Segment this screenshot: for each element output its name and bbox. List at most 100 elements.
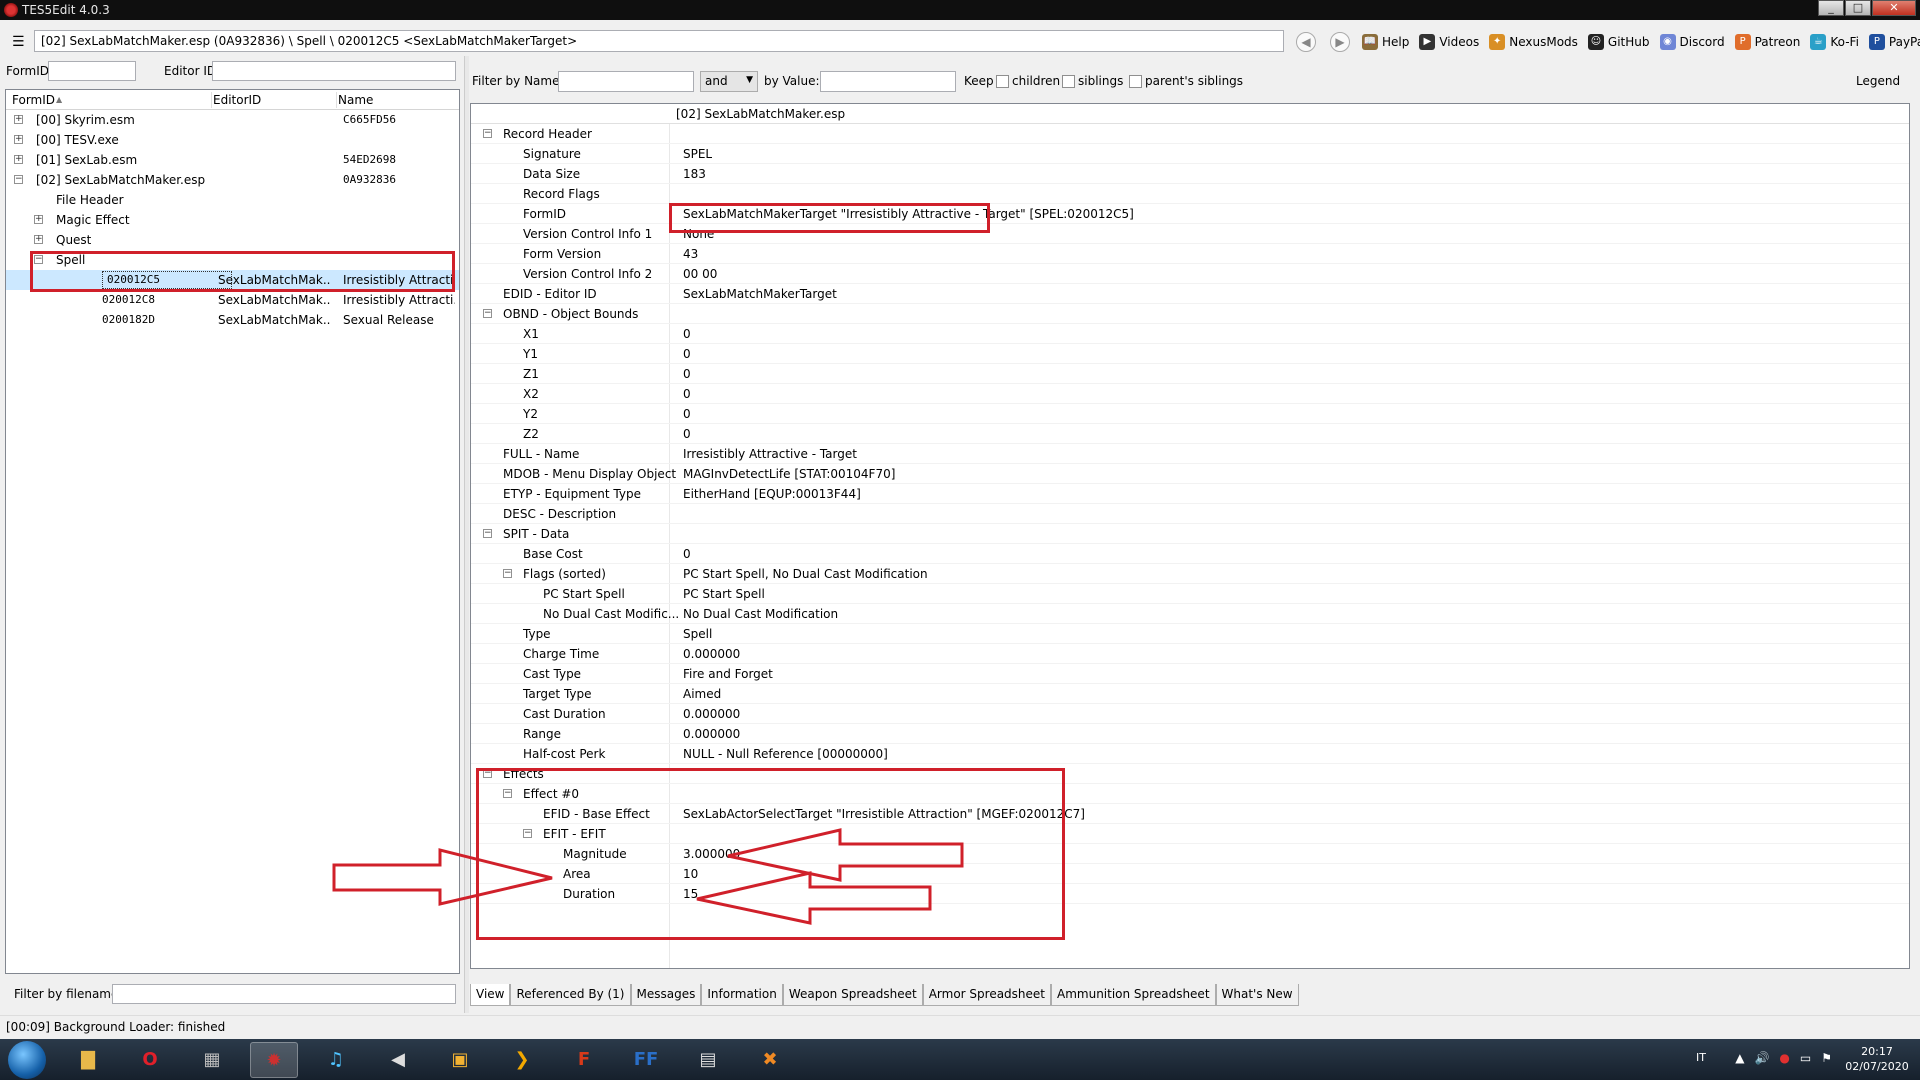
- record-field-row[interactable]: PC Start Spell PC Start Spell: [471, 584, 1909, 604]
- record-field-row[interactable]: DESC - Description: [471, 504, 1909, 524]
- column-name[interactable]: Name: [338, 93, 373, 107]
- expand-icon[interactable]: +: [14, 115, 23, 124]
- record-field-row[interactable]: FormID SexLabMatchMakerTarget "Irresistib…: [471, 204, 1909, 224]
- tree-row[interactable]: + [01] SexLab.esm 54ED2698: [6, 150, 459, 170]
- record-field-row[interactable]: − EFIT - EFIT: [471, 824, 1909, 844]
- record-field-row[interactable]: Form Version 43: [471, 244, 1909, 264]
- record-field-row[interactable]: Y1 0: [471, 344, 1909, 364]
- column-formid[interactable]: FormID: [12, 93, 55, 107]
- tab-ammunition-spreadsheet[interactable]: Ammunition Spreadsheet: [1051, 984, 1216, 1006]
- tree-row[interactable]: + Magic Effect: [6, 210, 459, 230]
- link-help[interactable]: 📖 Help: [1362, 34, 1409, 50]
- explorer-icon[interactable]: ▇: [64, 1042, 112, 1078]
- record-field-row[interactable]: Data Size 183: [471, 164, 1909, 184]
- record-field-row[interactable]: − Record Header: [471, 124, 1909, 144]
- link-paypal[interactable]: PPayPal: [1868, 34, 1920, 50]
- collapse-icon[interactable]: −: [523, 829, 532, 838]
- record-field-row[interactable]: Version Control Info 2 00 00: [471, 264, 1909, 284]
- expand-icon[interactable]: +: [14, 155, 23, 164]
- link-nexusmods[interactable]: ✦ NexusMods: [1489, 34, 1578, 50]
- record-field-row[interactable]: − SPIT - Data: [471, 524, 1909, 544]
- language-indicator[interactable]: IT: [1696, 1051, 1706, 1064]
- record-field-row[interactable]: Z1 0: [471, 364, 1909, 384]
- collapse-icon[interactable]: −: [483, 529, 492, 538]
- record-field-row[interactable]: Target Type Aimed: [471, 684, 1909, 704]
- record-field-row[interactable]: FULL - Name Irresistibly Attractive - Tar…: [471, 444, 1909, 464]
- filezilla-icon[interactable]: F: [560, 1042, 608, 1078]
- maximize-button[interactable]: □: [1845, 0, 1871, 16]
- keep-siblings-checkbox[interactable]: [1062, 75, 1075, 88]
- record-field-row[interactable]: EFID - Base Effect SexLabActorSelectTarge…: [471, 804, 1909, 824]
- record-field-row[interactable]: Record Flags: [471, 184, 1909, 204]
- record-field-row[interactable]: ETYP - Equipment Type EitherHand [EQUP:00…: [471, 484, 1909, 504]
- record-field-row[interactable]: Cast Duration 0.000000: [471, 704, 1909, 724]
- record-field-row[interactable]: Cast Type Fire and Forget: [471, 664, 1909, 684]
- volume-icon[interactable]: 🔊: [1754, 1051, 1769, 1065]
- expand-icon[interactable]: +: [34, 235, 43, 244]
- tree-row[interactable]: + [00] Skyrim.esm C665FD56: [6, 110, 459, 130]
- record-field-row[interactable]: − Effect #0: [471, 784, 1909, 804]
- collapse-icon[interactable]: −: [14, 175, 23, 184]
- record-field-row[interactable]: Base Cost 0: [471, 544, 1909, 564]
- record-field-row[interactable]: Type Spell: [471, 624, 1909, 644]
- editorid-filter-input[interactable]: [212, 61, 456, 81]
- tab-armor-spreadsheet[interactable]: Armor Spreadsheet: [922, 984, 1051, 1006]
- record-field-row[interactable]: MDOB - Menu Display Object MAGInvDetectLi…: [471, 464, 1909, 484]
- record-field-row[interactable]: Signature SPEL: [471, 144, 1909, 164]
- close-button[interactable]: ✕: [1872, 0, 1916, 16]
- legend-button[interactable]: Legend: [1856, 74, 1900, 88]
- record-field-row[interactable]: Y2 0: [471, 404, 1909, 424]
- file-column-header[interactable]: [02] SexLabMatchMaker.esp: [676, 107, 845, 121]
- record-field-row[interactable]: − Effects: [471, 764, 1909, 784]
- tool-icon[interactable]: ✖: [746, 1042, 794, 1078]
- record-field-row[interactable]: − OBND - Object Bounds: [471, 304, 1909, 324]
- tree-row[interactable]: + [00] TESV.exe: [6, 130, 459, 150]
- forward-button[interactable]: ▶: [1330, 32, 1350, 52]
- record-path-field[interactable]: [02] SexLabMatchMaker.esp (0A932836) \ S…: [34, 30, 1284, 52]
- audio-icon[interactable]: ◀: [374, 1042, 422, 1078]
- tab-view[interactable]: View: [470, 984, 511, 1006]
- opera-icon[interactable]: O: [126, 1042, 174, 1078]
- minimize-button[interactable]: _: [1818, 0, 1844, 16]
- pane-splitter[interactable]: [464, 56, 469, 1013]
- back-button[interactable]: ◀: [1296, 32, 1316, 52]
- arrow-app-icon[interactable]: ❯: [498, 1042, 546, 1078]
- tab-messages[interactable]: Messages: [630, 984, 702, 1006]
- record-field-row[interactable]: Area 10: [471, 864, 1909, 884]
- record-field-row[interactable]: X1 0: [471, 324, 1909, 344]
- record-field-row[interactable]: EDID - Editor ID SexLabMatchMakerTarget: [471, 284, 1909, 304]
- collapse-icon[interactable]: −: [503, 789, 512, 798]
- record-field-row[interactable]: No Dual Cast Modific... No Dual Cast Modi…: [471, 604, 1909, 624]
- tree-row[interactable]: File Header: [6, 190, 459, 210]
- menu-icon[interactable]: ☰: [12, 34, 25, 50]
- notes-icon[interactable]: ▣: [436, 1042, 484, 1078]
- expand-icon[interactable]: +: [14, 135, 23, 144]
- tes5edit-icon[interactable]: ✹: [250, 1042, 298, 1078]
- filter-value-input[interactable]: [820, 71, 956, 92]
- tab-what-s-new[interactable]: What's New: [1215, 984, 1299, 1006]
- record-field-row[interactable]: X2 0: [471, 384, 1909, 404]
- expand-icon[interactable]: +: [34, 215, 43, 224]
- record-field-row[interactable]: − Flags (sorted) PC Start Spell, No Dual C…: [471, 564, 1909, 584]
- start-button[interactable]: [8, 1041, 46, 1079]
- tree-row[interactable]: + Quest: [6, 230, 459, 250]
- link-ko-fi[interactable]: ☕ Ko-Fi: [1810, 34, 1859, 50]
- tree-row[interactable]: 020012C5 SexLabMatchMak... Irresistibly At…: [6, 270, 459, 290]
- tree-row[interactable]: − [02] SexLabMatchMaker.esp 0A932836: [6, 170, 459, 190]
- link-patreon[interactable]: P Patreon: [1734, 34, 1800, 50]
- record-field-row[interactable]: Half-cost Perk NULL - Null Reference [000…: [471, 744, 1909, 764]
- record-field-row[interactable]: Version Control Info 1 None: [471, 224, 1909, 244]
- tab-information[interactable]: Information: [701, 984, 783, 1006]
- link-videos[interactable]: ▶ Videos: [1419, 34, 1479, 50]
- window-app-icon[interactable]: ▤: [684, 1042, 732, 1078]
- network-icon[interactable]: ▭: [1800, 1051, 1811, 1065]
- flag-icon[interactable]: ⚑: [1821, 1051, 1832, 1065]
- filter-name-input[interactable]: [558, 71, 694, 92]
- collapse-icon[interactable]: −: [483, 769, 492, 778]
- link-discord[interactable]: ◉ Discord: [1659, 34, 1725, 50]
- record-field-row[interactable]: Magnitude 3.000000: [471, 844, 1909, 864]
- tree-row[interactable]: − Spell: [6, 250, 459, 270]
- formid-filter-input[interactable]: [48, 61, 136, 81]
- music-icon[interactable]: ♫: [312, 1042, 360, 1078]
- tree-row[interactable]: 0200182D SexLabMatchMak... Sexual Release: [6, 310, 459, 330]
